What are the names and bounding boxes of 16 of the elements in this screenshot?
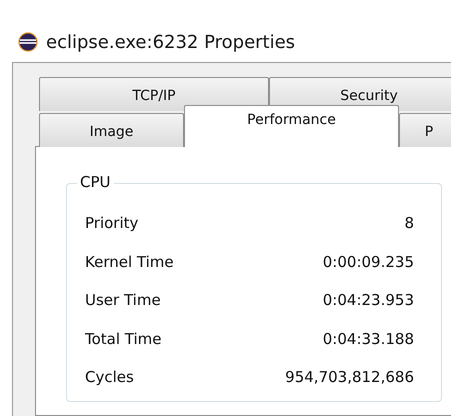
tab[interactable]: TCP/IP: [39, 77, 269, 111]
tab[interactable]: P: [399, 113, 451, 147]
field-value: 8: [404, 214, 414, 232]
field-label: User Time: [85, 291, 161, 310]
field-label: Total Time: [85, 330, 162, 348]
field-label: Kernel Time: [85, 252, 174, 271]
app-icon: [18, 32, 38, 52]
field-value: 0:00:09.235: [322, 252, 414, 271]
field-label: Priority: [85, 214, 138, 232]
field-value: 954,703,812,686: [285, 368, 414, 386]
window-title: eclipse.exe:6232 Properties: [46, 32, 296, 52]
tab[interactable]: Image: [39, 113, 184, 147]
field-value: 0:04:33.188: [322, 330, 414, 348]
tab[interactable]: Performance: [184, 105, 399, 147]
field-label: Cycles: [85, 368, 134, 386]
field-value: 0:04:23.953: [322, 291, 414, 310]
